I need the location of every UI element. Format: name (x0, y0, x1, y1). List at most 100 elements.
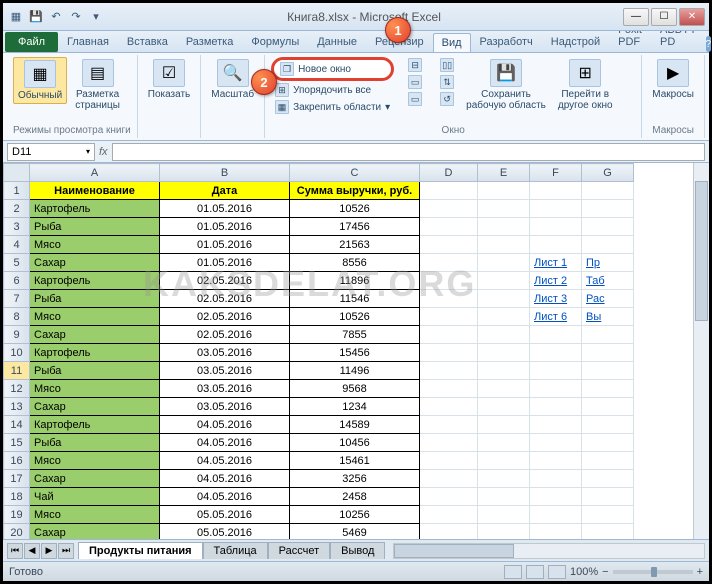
cell-link[interactable] (582, 488, 634, 506)
cell-value[interactable]: 7855 (290, 326, 420, 344)
row-header[interactable]: 11 (4, 362, 30, 380)
row-header[interactable]: 10 (4, 344, 30, 362)
cell-value[interactable]: 9568 (290, 380, 420, 398)
cell[interactable] (420, 290, 478, 308)
hide-button[interactable]: ▭ (404, 74, 426, 90)
sync-scroll-button[interactable]: ⇅ (436, 74, 458, 90)
cell-value[interactable]: 11496 (290, 362, 420, 380)
cell-link[interactable] (530, 344, 582, 362)
cell-link[interactable] (582, 326, 634, 344)
cell-name[interactable]: Сахар (30, 398, 160, 416)
cell[interactable] (420, 236, 478, 254)
show-button[interactable]: ☑ Показать (144, 57, 195, 102)
cell-date[interactable]: 04.05.2016 (160, 488, 290, 506)
page-layout-status-button[interactable] (526, 565, 544, 579)
row-header[interactable]: 13 (4, 398, 30, 416)
excel-icon[interactable]: ▦ (7, 8, 25, 26)
row-header[interactable]: 8 (4, 308, 30, 326)
tab-разметка[interactable]: Разметка (177, 32, 243, 52)
cell-name[interactable]: Картофель (30, 272, 160, 290)
cell[interactable] (420, 254, 478, 272)
cell-value[interactable]: 8556 (290, 254, 420, 272)
page-layout-button[interactable]: ▤ Разметка страницы (71, 57, 124, 113)
sheet-tab[interactable]: Продукты питания (78, 542, 203, 559)
cell-name[interactable]: Мясо (30, 452, 160, 470)
cell-date[interactable]: 01.05.2016 (160, 236, 290, 254)
cell-link[interactable] (582, 362, 634, 380)
cell[interactable] (420, 398, 478, 416)
cell-date[interactable]: 01.05.2016 (160, 200, 290, 218)
sheet-tab[interactable]: Таблица (203, 542, 268, 559)
row-header[interactable]: 6 (4, 272, 30, 290)
cell-date[interactable]: 05.05.2016 (160, 524, 290, 540)
cell-value[interactable]: 15461 (290, 452, 420, 470)
sheet-nav-first[interactable]: ⏮ (7, 543, 23, 559)
column-header-G[interactable]: G (582, 164, 634, 182)
zoom-in-icon[interactable]: + (697, 566, 703, 578)
row-header[interactable]: 7 (4, 290, 30, 308)
cell-link[interactable] (582, 506, 634, 524)
row-header[interactable]: 4 (4, 236, 30, 254)
cell-name[interactable]: Мясо (30, 236, 160, 254)
cell-value[interactable]: 15456 (290, 344, 420, 362)
arrange-all-button[interactable]: ⊞ Упорядочить все (271, 82, 394, 98)
cell-name[interactable]: Картофель (30, 416, 160, 434)
cell-name[interactable]: Чай (30, 488, 160, 506)
save-workspace-button[interactable]: 💾 Сохранить рабочую область (462, 57, 550, 113)
cell-date[interactable]: 05.05.2016 (160, 506, 290, 524)
formula-bar[interactable] (112, 143, 705, 161)
switch-windows-button[interactable]: ⊞ Перейти в другое окно (554, 57, 617, 113)
view-side-button[interactable]: ▯▯ (436, 57, 458, 73)
close-button[interactable]: ✕ (679, 8, 705, 26)
spreadsheet-grid[interactable]: ABCDEFG 1НаименованиеДатаСумма выручки, … (3, 163, 634, 539)
column-header-E[interactable]: E (478, 164, 530, 182)
cell[interactable] (420, 452, 478, 470)
cell-link[interactable] (582, 434, 634, 452)
maximize-button[interactable]: ☐ (651, 8, 677, 26)
cell-date[interactable]: 03.05.2016 (160, 344, 290, 362)
zoom-slider[interactable] (613, 570, 693, 574)
cell-value[interactable]: 10526 (290, 200, 420, 218)
row-header[interactable]: 2 (4, 200, 30, 218)
cell-value[interactable]: 11546 (290, 290, 420, 308)
cell-value[interactable]: 10456 (290, 434, 420, 452)
cell-date[interactable]: 02.05.2016 (160, 290, 290, 308)
cell-name[interactable]: Картофель (30, 200, 160, 218)
cell-link[interactable] (582, 452, 634, 470)
cell-link[interactable] (582, 524, 634, 540)
cell-link[interactable] (530, 326, 582, 344)
cell-link[interactable] (582, 218, 634, 236)
redo-icon[interactable]: ↷ (67, 8, 85, 26)
cell-link[interactable] (530, 434, 582, 452)
cell[interactable] (420, 344, 478, 362)
tab-file[interactable]: Файл (5, 32, 58, 52)
cell-name[interactable]: Сахар (30, 470, 160, 488)
cell-value[interactable]: 17456 (290, 218, 420, 236)
cell-date[interactable]: 04.05.2016 (160, 452, 290, 470)
column-header-D[interactable]: D (420, 164, 478, 182)
cell-name[interactable]: Мясо (30, 380, 160, 398)
cell-link[interactable]: Таб (582, 272, 634, 290)
cell[interactable] (420, 308, 478, 326)
sheet-tab[interactable]: Рассчет (268, 542, 331, 559)
cell-link[interactable] (582, 416, 634, 434)
cell-link[interactable] (582, 380, 634, 398)
cell-link[interactable] (582, 344, 634, 362)
row-header[interactable]: 9 (4, 326, 30, 344)
column-header-B[interactable]: B (160, 164, 290, 182)
reset-pos-button[interactable]: ↺ (436, 91, 458, 107)
cell-name[interactable]: Рыба (30, 218, 160, 236)
cell[interactable] (420, 488, 478, 506)
tab-вид[interactable]: Вид (433, 33, 471, 52)
cell-link[interactable] (530, 380, 582, 398)
cell-link[interactable]: Лист 6 (530, 308, 582, 326)
tab-главная[interactable]: Главная (58, 32, 118, 52)
help-icon[interactable]: ? (706, 36, 712, 52)
cell-date[interactable]: 03.05.2016 (160, 380, 290, 398)
row-header[interactable]: 16 (4, 452, 30, 470)
row-header[interactable]: 1 (4, 182, 30, 200)
cell-date[interactable]: 04.05.2016 (160, 470, 290, 488)
cell[interactable] (420, 506, 478, 524)
cell-name[interactable]: Сахар (30, 524, 160, 540)
cell-value[interactable]: 2458 (290, 488, 420, 506)
